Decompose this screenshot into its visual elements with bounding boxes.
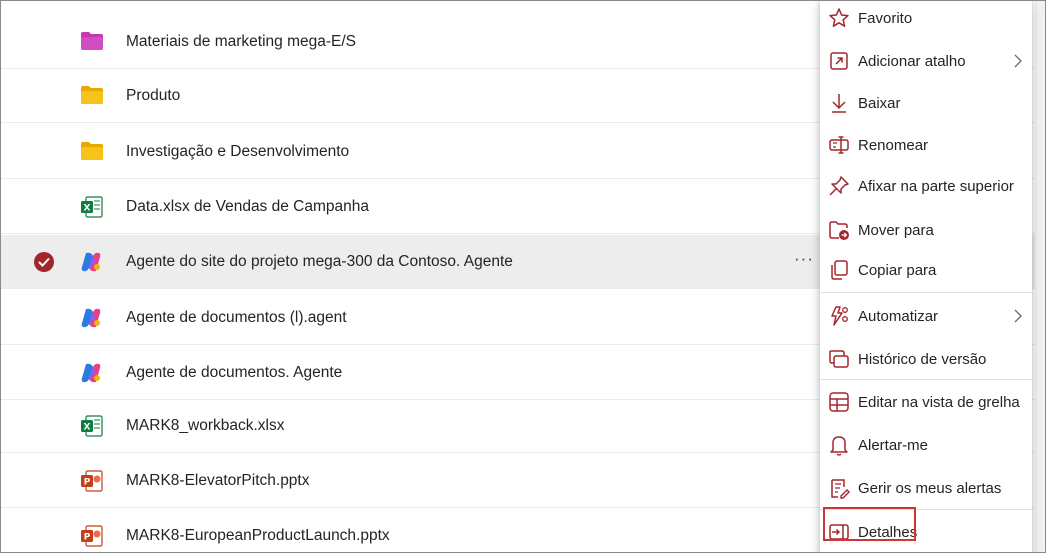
file-name[interactable]: Agente do site do projeto mega-300 da Co… [126, 252, 513, 272]
version-history-icon [828, 348, 850, 370]
menu-item-edit-grid-view[interactable]: Editar na vista de grelha [820, 383, 1032, 423]
menu-item-label: Gerir os meus alertas [858, 480, 1002, 497]
menu-item-label: Favorito [858, 10, 913, 27]
file-name[interactable]: MARK8-ElevatorPitch.pptx [126, 471, 310, 491]
menu-item-label: Alertar-me [858, 437, 929, 454]
menu-item-move-to[interactable]: Mover para [820, 211, 1032, 251]
file-name[interactable]: Agente de documentos (l).agent [126, 308, 347, 328]
shortcut-icon [828, 50, 850, 72]
menu-item-favorite[interactable]: Favorito [820, 1, 1032, 39]
menu-item-label: Adicionar atalho [858, 53, 966, 70]
powerpoint-icon: P [80, 470, 104, 492]
menu-item-label: Histórico de versão [858, 351, 987, 368]
file-name[interactable]: Materiais de marketing mega-E/S [126, 32, 356, 52]
download-icon [828, 92, 850, 114]
file-browser-window: Materiais de marketing mega-E/S Produto … [0, 0, 1046, 553]
svg-text:X: X [84, 423, 91, 433]
excel-icon: X [80, 196, 104, 218]
folder-magenta-icon [80, 31, 104, 53]
copilot-agent-icon [80, 362, 104, 384]
menu-item-label: Editar na vista de grelha [858, 394, 1020, 411]
more-options-icon[interactable]: ··· [794, 249, 814, 269]
scrollbar[interactable] [1035, 1, 1045, 552]
menu-item-rename[interactable]: Renomear [820, 126, 1032, 166]
file-name[interactable]: MARK8_workback.xlsx [126, 416, 285, 436]
menu-item-label: Copiar para [858, 262, 937, 279]
copilot-agent-icon [80, 307, 104, 329]
menu-divider [820, 379, 1032, 380]
menu-item-label: Mover para [858, 222, 934, 239]
manage-alerts-icon [828, 477, 850, 499]
menu-item-label: Renomear [858, 137, 929, 154]
pin-icon [828, 175, 850, 197]
menu-item-manage-alerts[interactable]: Gerir os meus alertas [820, 469, 1032, 509]
excel-icon: X [80, 415, 104, 437]
file-name[interactable]: MARK8-EuropeanProductLaunch.pptx [126, 526, 390, 546]
selected-check-icon[interactable] [34, 252, 54, 272]
context-menu: Favorito Adicionar atalho Baixar Renomea… [820, 1, 1032, 552]
folder-icon [80, 85, 104, 107]
menu-item-download[interactable]: Baixar [820, 84, 1032, 124]
file-name[interactable]: Data.xlsx de Vendas de Campanha [126, 197, 369, 217]
svg-text:P: P [84, 533, 91, 543]
menu-item-pin-to-top[interactable]: Afixar na parte superior [820, 167, 1032, 207]
copilot-agent-icon [80, 251, 104, 273]
star-icon [828, 7, 850, 29]
menu-item-alert-me[interactable]: Alertar-me [820, 426, 1032, 466]
chevron-right-icon [1014, 309, 1022, 328]
folder-icon [80, 141, 104, 163]
details-highlight-box [823, 507, 916, 541]
svg-text:P: P [84, 478, 91, 488]
file-name[interactable]: Produto [126, 86, 180, 106]
copy-icon [828, 259, 850, 281]
menu-item-automate[interactable]: Automatizar [820, 297, 1032, 337]
menu-item-label: Afixar na parte superior [858, 178, 1014, 195]
chevron-right-icon [1014, 54, 1022, 73]
menu-item-label: Baixar [858, 95, 901, 112]
menu-item-copy-to[interactable]: Copiar para [820, 251, 1032, 291]
bell-icon [828, 434, 850, 456]
powerpoint-icon: P [80, 525, 104, 547]
svg-text:X: X [84, 204, 91, 214]
automate-icon [828, 305, 850, 327]
move-to-folder-icon [828, 219, 850, 241]
rename-icon [828, 134, 850, 156]
grid-view-icon [828, 391, 850, 413]
file-name[interactable]: Investigação e Desenvolvimento [126, 142, 349, 162]
file-name[interactable]: Agente de documentos. Agente [126, 363, 342, 383]
menu-item-add-shortcut[interactable]: Adicionar atalho [820, 42, 1032, 82]
menu-item-label: Automatizar [858, 308, 939, 325]
menu-divider [820, 292, 1032, 293]
menu-item-version-history[interactable]: Histórico de versão [820, 340, 1032, 380]
